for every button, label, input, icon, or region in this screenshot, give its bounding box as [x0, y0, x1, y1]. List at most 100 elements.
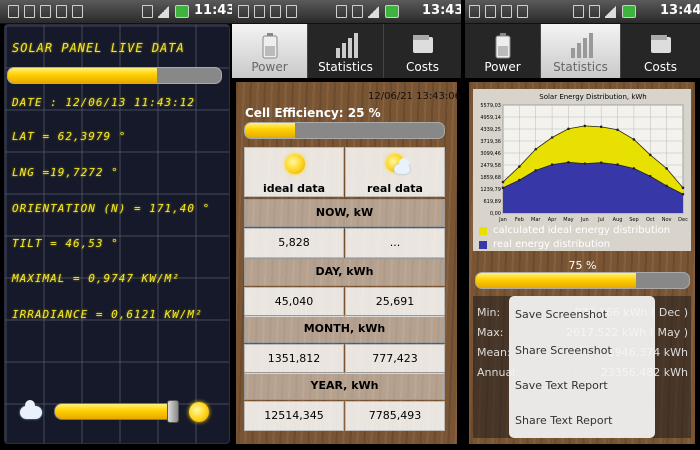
android-icon — [286, 5, 297, 18]
latitude-readout: LAT = 62,3979 ° — [12, 130, 127, 143]
x-tick-label: May — [563, 217, 573, 223]
x-tick-label: Sep — [629, 217, 638, 223]
progress-label: 75 % — [568, 259, 597, 272]
data-point — [599, 125, 603, 129]
power-screen: 13:43 Power Statistics Costs 12/06/21 13… — [232, 0, 461, 450]
y-tick-label: 4339,25 — [480, 127, 501, 133]
tab-statistics[interactable]: Statistics — [541, 24, 621, 78]
slider-handle[interactable] — [166, 400, 179, 423]
legend-label-ideal: calculated ideal energy distribution — [493, 225, 671, 236]
tab-costs[interactable]: Costs — [384, 24, 461, 78]
data-point — [648, 174, 652, 178]
irradiance-readout: IRRADIANCE = 0,6121 KW/M² — [12, 308, 203, 321]
day-ideal-value: 45,040 — [244, 287, 344, 317]
usb-icon — [485, 5, 496, 18]
day-real-value: 25,691 — [345, 287, 445, 317]
year-ideal-value: 12514,345 — [244, 401, 344, 431]
status-bar: 13:43 — [232, 0, 461, 24]
usb-icon — [254, 5, 265, 18]
data-point — [550, 163, 554, 166]
wifi-icon — [336, 5, 347, 18]
cloud-icon — [394, 158, 410, 174]
battery-tab-icon — [495, 33, 510, 59]
options-menu: Save Screenshot Share Screenshot Save Te… — [509, 296, 655, 438]
progress-bar — [7, 67, 222, 84]
page-title: SOLAR PANEL LIVE DATA — [12, 41, 185, 55]
clock: 11:43 — [194, 3, 232, 18]
row-header-year: YEAR, kWh — [244, 372, 445, 400]
y-tick-label: 1239,79 — [480, 187, 501, 193]
data-point — [665, 167, 668, 170]
tab-costs[interactable]: Costs — [621, 24, 700, 78]
x-tick-label: Jul — [597, 217, 604, 223]
row-header-now: NOW, kW — [244, 199, 445, 227]
status-bar: 13:44 — [465, 0, 700, 24]
tab-bar: Power Statistics Costs — [465, 24, 700, 78]
tab-power[interactable]: Power — [232, 24, 308, 78]
data-point — [567, 161, 570, 164]
phone-icon — [142, 5, 153, 18]
status-bar: 11:43 — [0, 0, 232, 24]
notification-icon — [8, 5, 19, 18]
wallet-tab-icon — [650, 35, 671, 53]
efficiency-fill — [245, 123, 295, 138]
x-tick-label: Oct — [646, 217, 655, 223]
solar-panel-live-screen: 11:43 SOLAR PANEL LIVE DATA DATE : 12/06… — [0, 0, 232, 450]
month-real-value: 777,423 — [345, 344, 445, 374]
tab-label: Statistics — [318, 60, 373, 74]
tab-label: Costs — [644, 60, 677, 74]
x-tick-label: Jun — [580, 217, 589, 223]
tab-label: Power — [251, 60, 288, 74]
battery-icon — [385, 5, 399, 18]
tab-power[interactable]: Power — [465, 24, 541, 78]
data-point — [616, 128, 619, 132]
data-point — [501, 186, 505, 190]
data-point — [681, 186, 685, 190]
data-point — [665, 184, 668, 188]
x-tick-label: Dec — [678, 217, 688, 223]
signal-icon — [605, 5, 616, 18]
cell-efficiency-label: Cell Efficiency: 25 % — [245, 106, 381, 120]
download-icon — [501, 5, 512, 18]
tilt-readout: TILT = 46,53 ° — [12, 237, 119, 250]
data-point — [583, 124, 587, 128]
data-point — [567, 127, 570, 131]
download-icon — [56, 5, 67, 18]
progress-fill — [8, 68, 158, 83]
now-real-value: ... — [345, 228, 445, 258]
data-point — [518, 165, 521, 168]
phone-icon — [589, 5, 600, 18]
sun-icon — [285, 154, 305, 174]
column-label: real data — [367, 182, 423, 195]
signal-icon — [368, 5, 379, 18]
stat-label-min: Min: — [477, 306, 501, 319]
save-screenshot-item[interactable]: Save Screenshot — [515, 308, 607, 321]
legend-swatch-real — [479, 241, 487, 249]
column-label: ideal data — [262, 182, 326, 195]
save-text-report-item[interactable]: Save Text Report — [515, 379, 608, 392]
data-point — [648, 153, 652, 157]
battery-icon — [175, 5, 189, 18]
data-point — [599, 161, 603, 164]
real-data-header: real data — [345, 147, 445, 197]
data-point — [616, 163, 619, 166]
tab-label: Costs — [406, 60, 439, 74]
share-text-report-item[interactable]: Share Text Report — [515, 414, 612, 427]
x-tick-label: Nov — [662, 217, 672, 223]
y-tick-label: 5579,03 — [480, 103, 501, 109]
irradiance-slider[interactable] — [54, 403, 179, 420]
x-tick-label: Apr — [548, 217, 558, 223]
tab-statistics[interactable]: Statistics — [308, 24, 384, 78]
orientation-readout: ORIENTATION (N) = 171,40 ° — [12, 202, 211, 215]
signal-icon — [158, 5, 169, 18]
y-tick-label: 1859,68 — [480, 175, 501, 181]
share-screenshot-item[interactable]: Share Screenshot — [515, 344, 612, 357]
y-tick-label: 619,89 — [484, 199, 502, 205]
stat-label-mean: Mean: — [477, 346, 511, 359]
cloud-icon — [20, 400, 42, 419]
now-ideal-value: 5,828 — [244, 228, 344, 258]
usb-icon — [469, 5, 480, 18]
clock: 13:43 — [422, 3, 461, 18]
usb-icon — [40, 5, 51, 18]
data-point — [550, 136, 554, 139]
